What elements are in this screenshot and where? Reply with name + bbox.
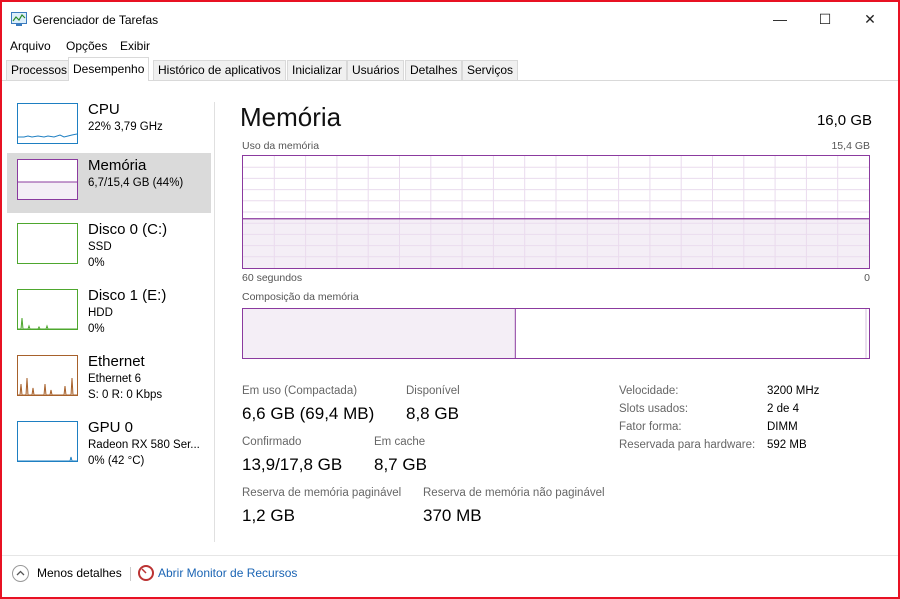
resource-detail-2: S: 0 R: 0 Kbps	[88, 389, 163, 401]
maximize-button[interactable]: ☐	[802, 2, 848, 36]
resource-list: CPU 22% 3,79 GHz Memória 6,7/15,4 GB (44…	[2, 82, 214, 552]
footer: Menos detalhes Abrir Monitor de Recursos	[2, 555, 898, 595]
tab-historico[interactable]: Histórico de aplicativos	[153, 60, 286, 80]
form-factor-value: DIMM	[767, 421, 798, 433]
slots-label: Slots usados:	[619, 403, 689, 415]
composition-in-use	[243, 309, 516, 358]
tab-detalhes[interactable]: Detalhes	[405, 60, 463, 80]
committed-value: 13,9/17,8 GB	[242, 455, 343, 474]
nonpaged-pool-value: 370 MB	[423, 506, 482, 525]
menu-bar: Arquivo Opções Exibir	[2, 36, 898, 56]
memory-composition-bar	[242, 308, 870, 359]
tab-inicializar[interactable]: Inicializar	[287, 60, 348, 80]
resource-memory[interactable]: Memória 6,7/15,4 GB (44%)	[7, 153, 211, 213]
resource-detail: 6,7/15,4 GB (44%)	[88, 177, 184, 189]
title-bar: Gerenciador de Tarefas — ☐ ✕	[2, 2, 898, 36]
tab-processos[interactable]: Processos	[6, 60, 73, 80]
hardware-reserved-value: 592 MB	[767, 439, 807, 451]
usage-graph-max: 15,4 GB	[831, 140, 870, 152]
cached-value: 8,7 GB	[374, 455, 427, 474]
resource-detail: Radeon RX 580 Ser...	[88, 439, 200, 451]
time-axis-left: 60 segundos	[242, 272, 303, 284]
nonpaged-pool-label: Reserva de memória não paginável	[423, 487, 605, 499]
composition-label: Composição da memória	[242, 291, 359, 303]
resource-detail-2: 0%	[88, 257, 105, 269]
resource-disk0[interactable]: Disco 0 (C:) SSD 0%	[7, 217, 211, 277]
menu-exibir[interactable]: Exibir	[120, 39, 150, 53]
resource-name: Ethernet	[88, 353, 145, 370]
memory-thumbnail-graph	[17, 159, 78, 200]
resource-name: Disco 1 (E:)	[88, 287, 167, 304]
usage-graph-label: Uso da memória	[242, 140, 320, 152]
resource-disk1[interactable]: Disco 1 (E:) HDD 0%	[7, 283, 211, 343]
open-resource-monitor-link[interactable]: Abrir Monitor de Recursos	[158, 566, 297, 580]
speed-value: 3200 MHz	[767, 385, 820, 397]
available-value: 8,8 GB	[406, 404, 459, 423]
in-use-value: 6,6 GB (69,4 MB)	[242, 404, 375, 423]
close-button[interactable]: ✕	[847, 2, 893, 36]
resource-ethernet[interactable]: Ethernet Ethernet 6 S: 0 R: 0 Kbps	[7, 349, 211, 409]
menu-opcoes[interactable]: Opções	[66, 39, 107, 53]
fewer-details-button[interactable]: Menos detalhes	[37, 566, 122, 580]
memory-title: Memória	[240, 102, 342, 132]
resource-detail: Ethernet 6	[88, 373, 142, 385]
gpu-thumbnail-graph	[17, 421, 78, 462]
memory-usage-graph	[242, 155, 870, 269]
resource-detail-2: 0% (42 °C)	[88, 455, 145, 467]
resource-name: GPU 0	[88, 419, 134, 436]
memory-usage-graph-canvas	[243, 156, 869, 268]
speed-label: Velocidade:	[619, 385, 679, 397]
hardware-reserved-label: Reservada para hardware:	[619, 439, 756, 451]
disk0-thumbnail-graph	[17, 223, 78, 264]
footer-separator	[130, 567, 131, 581]
resource-name: Disco 0 (C:)	[88, 221, 168, 238]
tab-desempenho[interactable]: Desempenho	[68, 57, 150, 81]
memory-detail-panel: Memória 16,0 GB Uso da memória 15,4 GB 6…	[240, 98, 872, 548]
minimize-icon: —	[773, 11, 787, 27]
committed-label: Confirmado	[242, 436, 302, 448]
cpu-thumbnail-graph	[17, 103, 78, 144]
resource-cpu[interactable]: CPU 22% 3,79 GHz	[7, 97, 211, 157]
resource-monitor-icon[interactable]	[138, 565, 154, 581]
resource-name: CPU	[88, 101, 120, 118]
form-factor-label: Fator forma:	[619, 421, 682, 433]
resource-gpu[interactable]: GPU 0 Radeon RX 580 Ser... 0% (42 °C)	[7, 415, 211, 475]
resource-detail: 22% 3,79 GHz	[88, 121, 163, 133]
memory-composition-canvas	[243, 309, 867, 358]
resource-detail-2: 0%	[88, 323, 105, 335]
slots-value: 2 de 4	[767, 403, 799, 415]
tab-usuarios[interactable]: Usuários	[347, 60, 405, 80]
menu-arquivo[interactable]: Arquivo	[10, 39, 51, 53]
tab-bar: Processos Desempenho Histórico de aplica…	[2, 57, 898, 81]
task-manager-window: Gerenciador de Tarefas — ☐ ✕ Arquivo Opç…	[0, 0, 900, 599]
available-label: Disponível	[406, 385, 460, 397]
paged-pool-value: 1,2 GB	[242, 506, 295, 525]
resource-detail: SSD	[88, 241, 112, 253]
task-manager-app-icon	[11, 12, 27, 26]
memory-total: 16,0 GB	[816, 112, 872, 129]
maximize-icon: ☐	[818, 10, 832, 27]
minimize-button[interactable]: —	[757, 2, 803, 36]
tab-servicos[interactable]: Serviços	[462, 60, 519, 80]
close-icon: ✕	[864, 10, 876, 27]
window-title: Gerenciador de Tarefas	[33, 13, 159, 27]
paged-pool-label: Reserva de memória paginável	[242, 487, 402, 499]
resource-detail: HDD	[88, 307, 113, 319]
disk1-thumbnail-graph	[17, 289, 78, 330]
time-axis-right: 0	[864, 272, 870, 284]
cached-label: Em cache	[374, 436, 426, 448]
panel-divider	[214, 102, 215, 542]
in-use-label: Em uso (Compactada)	[242, 385, 358, 397]
resource-name: Memória	[88, 157, 147, 174]
ethernet-thumbnail-graph	[17, 355, 78, 396]
chevron-up-icon[interactable]	[12, 565, 29, 582]
